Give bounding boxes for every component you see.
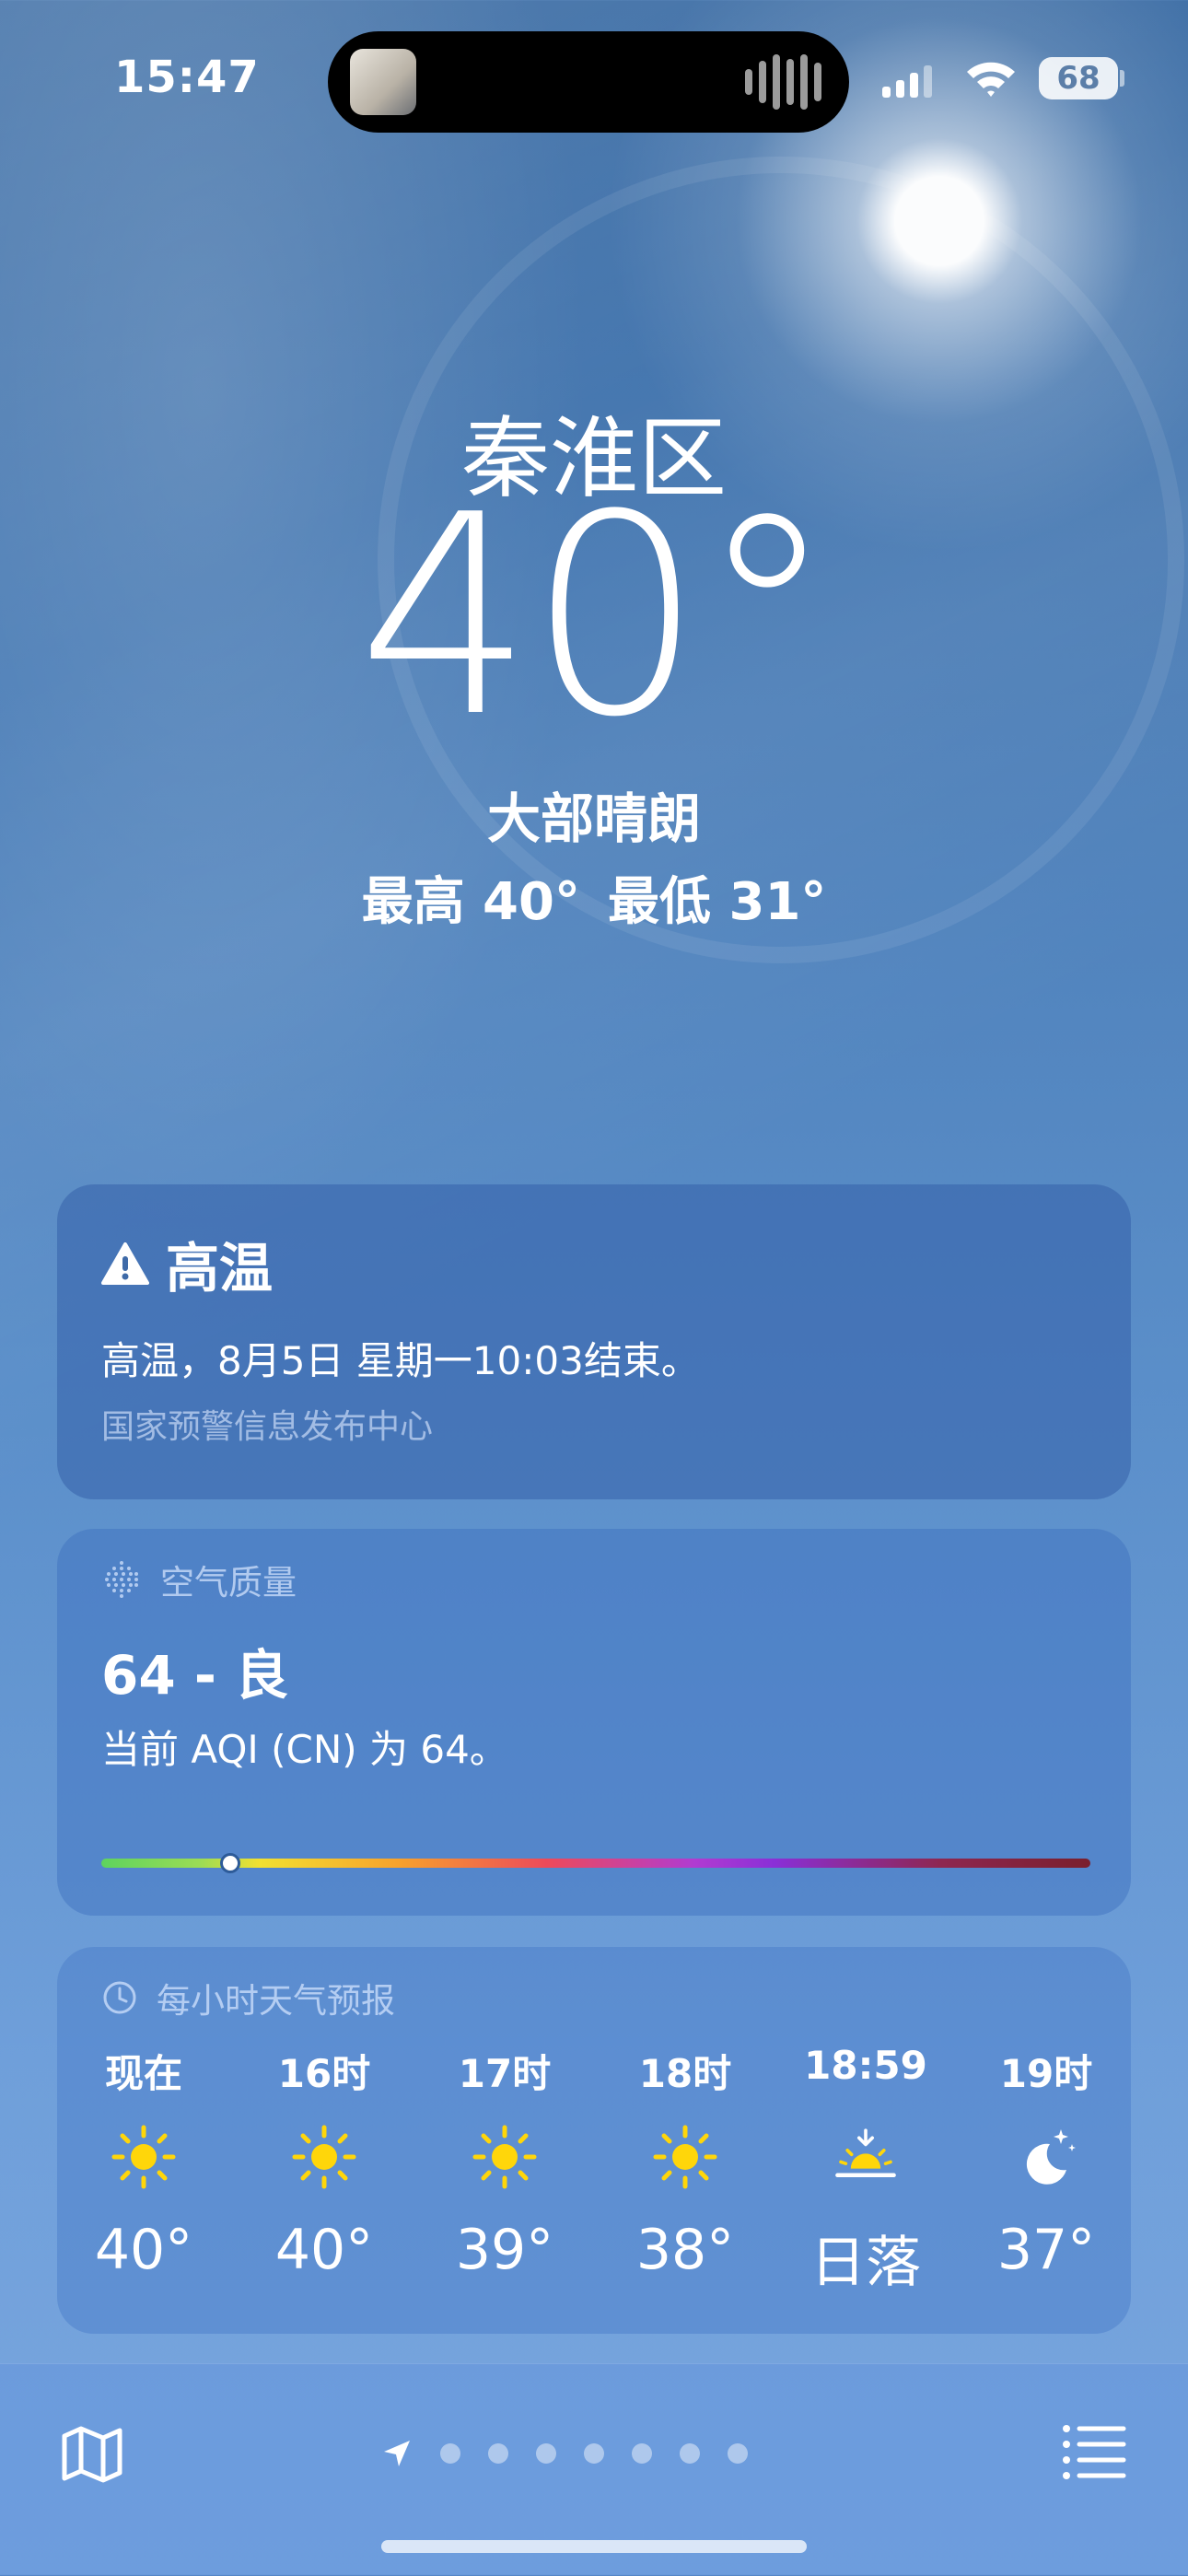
clock-icon [103,1981,136,2014]
aqi-description: 当前 AQI (CN) 为 64。 [101,1727,508,1772]
audio-waveform-icon [745,54,821,110]
sun-icon [291,2124,357,2190]
page-dot[interactable] [440,2443,460,2464]
hourly-forecast-header-text: 每小时天气预报 [157,1981,395,2021]
alert-title-text: 高温 [166,1237,274,1300]
hour-temperature: 39° [455,2218,554,2282]
hour-time: 19时 [999,2051,1093,2096]
hour-temperature: 40° [94,2218,193,2282]
high-temperature: 最高 40° [361,872,580,932]
hourly-forecast-card[interactable]: 每小时天气预报 现在 40° 16时 40° 17时 39° 18时 38° 1… [57,1947,1131,2334]
hour-item: 18:59 日落 [792,2043,939,2298]
hour-temperature: 37° [996,2218,1096,2282]
home-indicator[interactable] [381,2540,807,2553]
weather-condition: 大部晴朗 [486,787,701,850]
aqi-value: 64 - 良 [101,1644,289,1707]
page-dot[interactable] [632,2443,652,2464]
hour-item: 17时 39° [431,2043,578,2298]
map-icon[interactable] [57,2419,127,2489]
alert-title: 高温 [101,1225,273,1302]
location-list-icon[interactable] [1061,2421,1127,2482]
hour-time: 18:59 [804,2043,927,2088]
air-quality-icon [105,1561,138,1598]
hour-temperature: 日落 [810,2231,921,2295]
hour-item: 18时 38° [611,2043,759,2298]
alert-body: 高温，8月5日 星期一10:03结束。 [101,1338,700,1383]
aqi-indicator-dot [219,1853,240,1873]
page-dot[interactable] [728,2443,748,2464]
hour-temperature: 40° [274,2218,374,2282]
hour-item: 19时 37° [973,2043,1120,2298]
battery-tip [1120,70,1124,87]
status-bar: 15:47 68 [0,0,1188,157]
sunset-icon [833,2124,899,2190]
hour-item: 16时 40° [250,2043,398,2298]
page-indicator[interactable] [381,2438,748,2469]
air-quality-header-text: 空气质量 [160,1563,297,1603]
page-dot[interactable] [536,2443,556,2464]
current-temperature: 40° [357,456,836,777]
hour-item: 现在 40° [70,2043,217,2298]
battery-indicator: 68 [1039,57,1118,99]
dynamic-island[interactable] [328,31,849,133]
aqi-scale-bar [101,1853,1090,1873]
location-arrow-icon [384,2441,410,2466]
page-dot[interactable] [584,2443,604,2464]
weather-alert-card[interactable]: 高温 高温，8月5日 星期一10:03结束。 国家预警信息发布中心 [57,1184,1131,1499]
hour-time: 现在 [104,2051,182,2096]
hour-time: 18时 [638,2051,732,2096]
high-low-temperature: 最高 40° 最低 31° [0,860,1188,935]
low-temperature: 最低 31° [608,872,827,932]
warning-icon [101,1242,149,1285]
hour-time: 16时 [277,2051,371,2096]
alert-source[interactable]: 国家预警信息发布中心 [101,1400,433,1448]
hourly-forecast-list[interactable]: 现在 40° 16时 40° 17时 39° 18时 38° 18:59 日落 … [70,2043,1120,2298]
sun-icon [472,2124,538,2190]
sun-icon [111,2124,177,2190]
hour-time: 17时 [458,2051,552,2096]
hourly-forecast-header: 每小时天气预报 [101,1973,395,2022]
hour-temperature: 38° [635,2218,735,2282]
sun-icon [652,2124,718,2190]
cellular-signal-icon [882,64,932,98]
air-quality-card[interactable]: 空气质量 64 - 良 当前 AQI (CN) 为 64。 [57,1529,1131,1916]
page-dot[interactable] [488,2443,508,2464]
now-playing-artwork[interactable] [350,49,416,115]
page-dot[interactable] [680,2443,700,2464]
wifi-icon [967,62,1015,97]
status-time: 15:47 [114,52,260,103]
air-quality-header: 空气质量 [101,1555,297,1604]
moon-stars-icon [1013,2124,1079,2190]
